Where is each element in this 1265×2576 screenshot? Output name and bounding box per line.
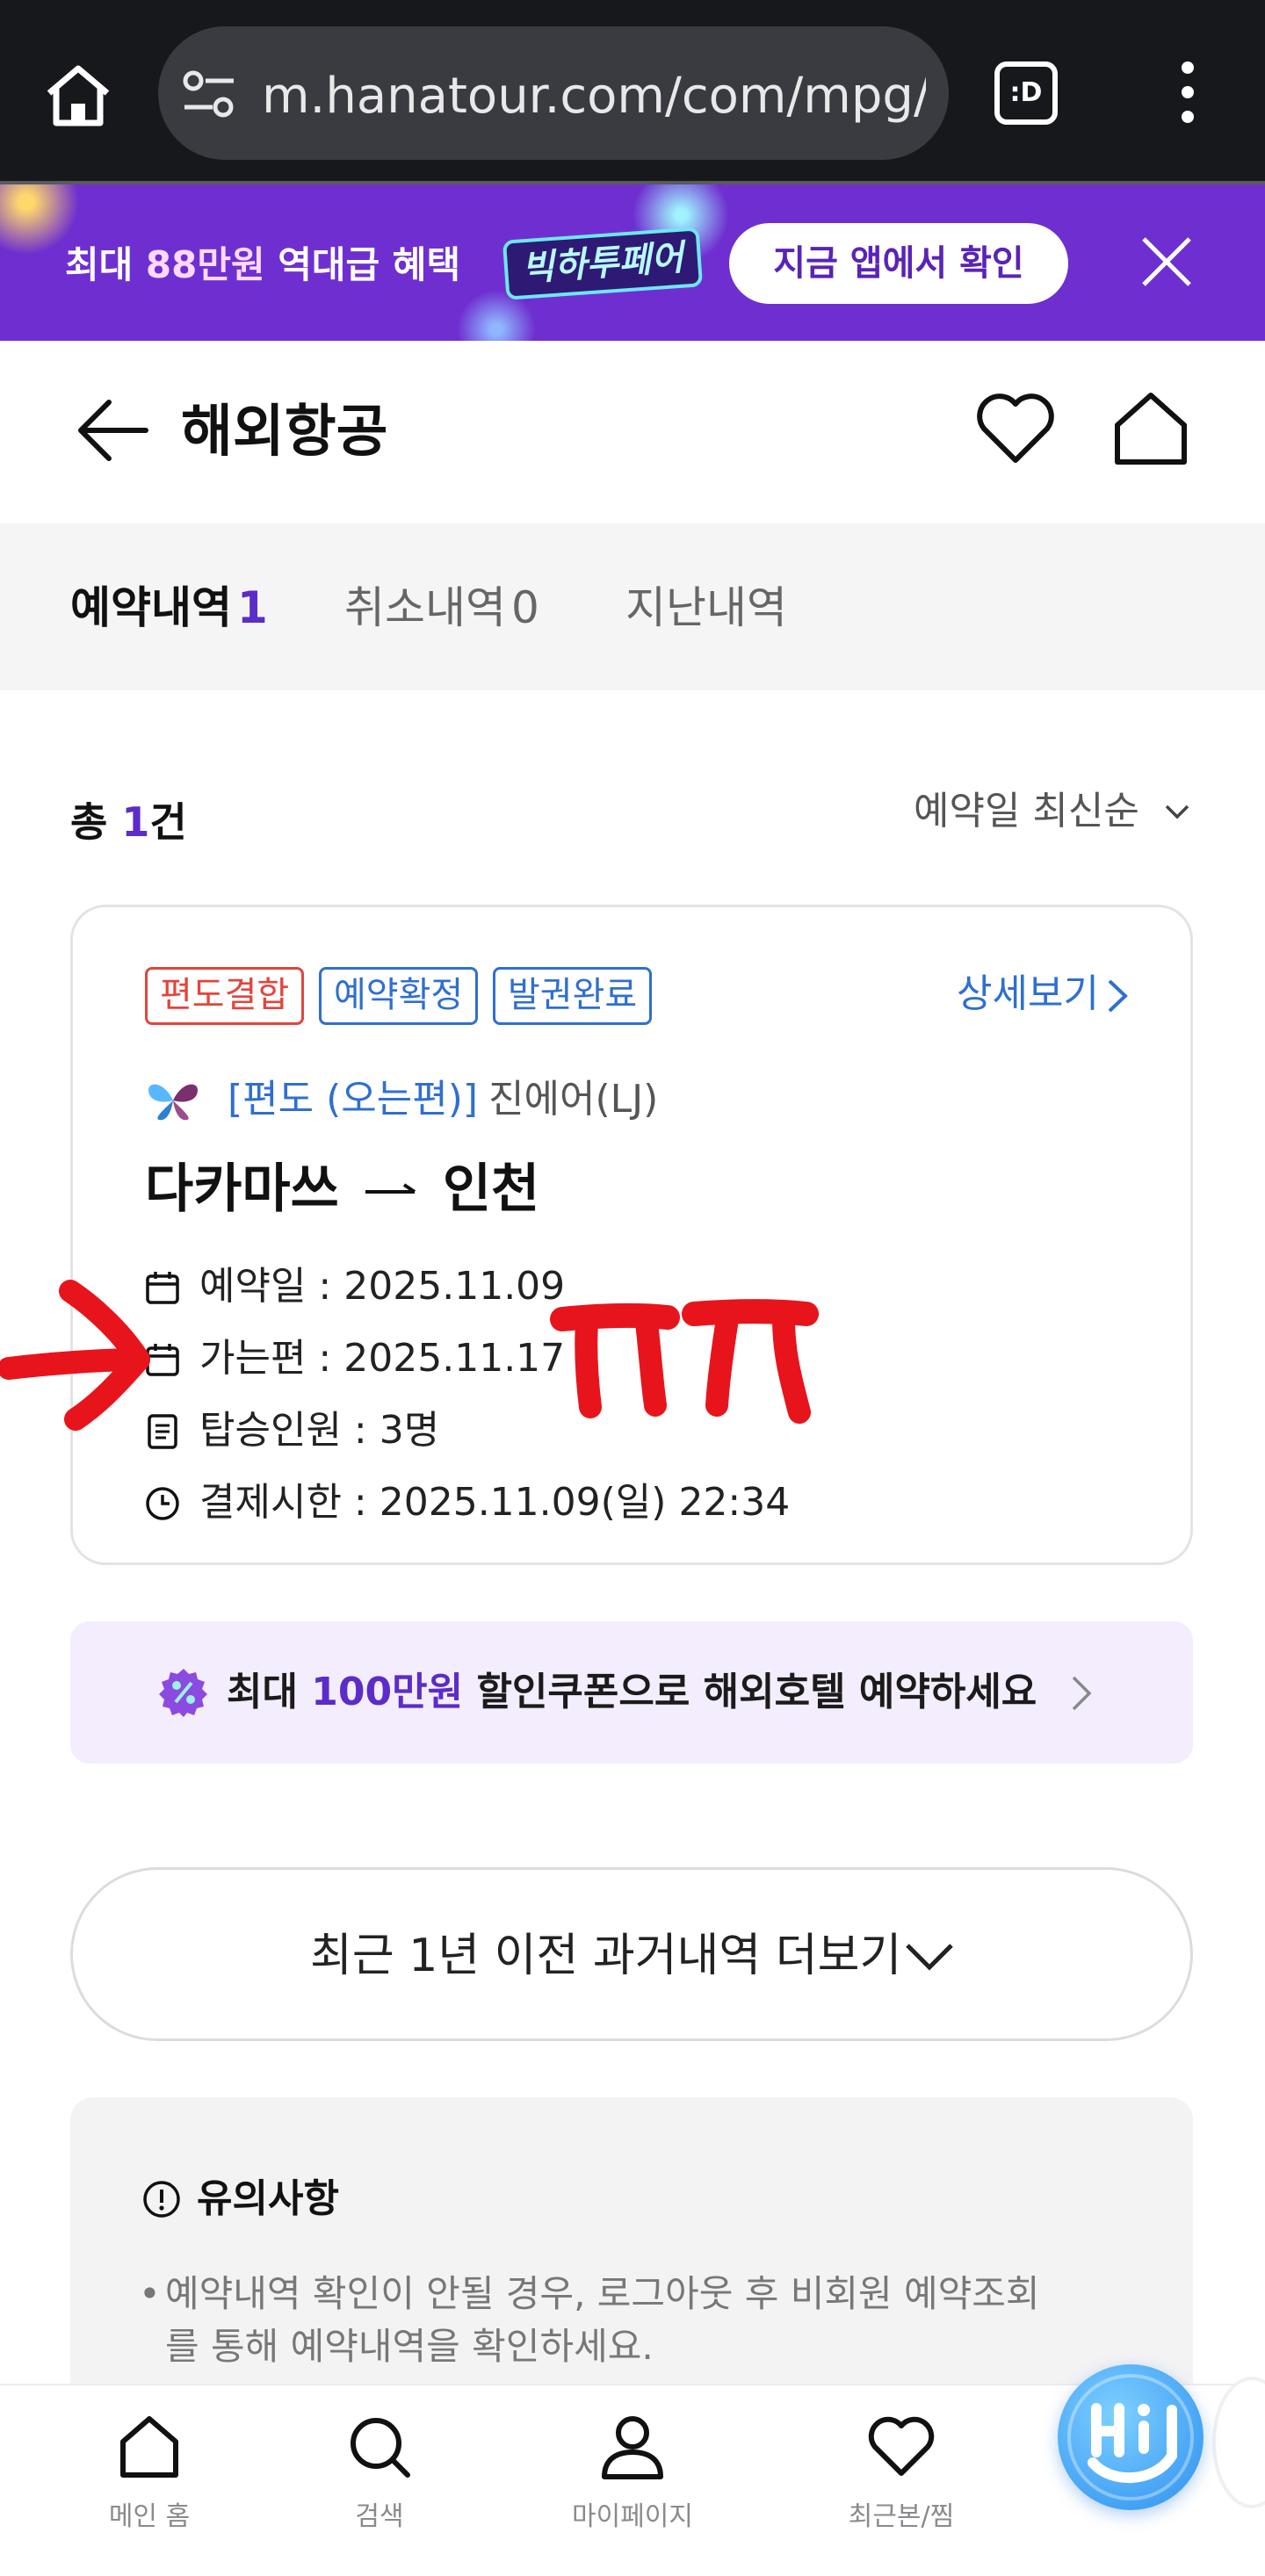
chatbot-hi-icon xyxy=(1067,2374,1194,2500)
chevron-right-icon[interactable] xyxy=(1070,1674,1093,1713)
status-badge: 발권완료 xyxy=(493,967,653,1025)
heart-icon xyxy=(868,2416,935,2476)
notice-text: 예약내역 확인이 안될 경우, 로그아웃 후 비회원 예약조회를 통해 예약내역… xyxy=(165,2272,1040,2368)
nav-search[interactable]: 검색 xyxy=(283,2412,476,2561)
browser-home-icon[interactable] xyxy=(42,60,114,132)
discount-badge-icon xyxy=(159,1669,207,1717)
promo-banner[interactable]: 최대 88만원 역대급 혜택 빅하투페어 지금 앱에서 확인 xyxy=(0,184,1265,341)
notice-title: 유의사항 xyxy=(197,2176,339,2221)
back-arrow-icon[interactable] xyxy=(74,395,149,465)
more-history-button[interactable]: 최근 1년 이전 과거내역 더보기 xyxy=(70,1867,1193,2041)
info-icon xyxy=(143,2181,180,2218)
status-badge: 예약확정 xyxy=(319,967,479,1025)
airline-info: [편도 (오는편)] 진에어(LJ) xyxy=(228,1077,659,1122)
browser-menu-icon[interactable] xyxy=(1170,61,1205,132)
destination-city: 인천 xyxy=(442,1158,540,1220)
more-history-label: 최근 1년 이전 과거내역 더보기 xyxy=(310,1930,902,1982)
nav-home[interactable]: 메인 홈 xyxy=(53,2412,246,2561)
handwritten-annotation xyxy=(0,1280,819,1431)
origin-city: 다카마쓰 xyxy=(145,1158,339,1220)
browser-tabs-button[interactable]: :D xyxy=(994,61,1058,125)
chevron-down-icon xyxy=(906,1944,953,1971)
flight-route: 다카마쓰 인천 xyxy=(145,1150,539,1229)
close-icon[interactable] xyxy=(1138,234,1195,290)
tab-reservations[interactable]: 예약내역 1 xyxy=(70,580,268,636)
payment-deadline: 결제시한 : 2025.11.09(일) 22:34 xyxy=(199,1480,791,1525)
route-arrow-icon xyxy=(365,1183,416,1194)
chatbot-button[interactable] xyxy=(1058,2364,1204,2510)
status-badge: 편도결합 xyxy=(145,967,305,1025)
reservation-card[interactable]: 편도결합 예약확정 발권완료 상세보기 [편도 (오는편)] 진에어(LJ) 다카… xyxy=(70,905,1193,1565)
site-settings-icon[interactable] xyxy=(181,69,237,119)
tab-past[interactable]: 지난내역 xyxy=(625,580,787,636)
promo-app-button[interactable]: 지금 앱에서 확인 xyxy=(729,223,1068,304)
search-icon xyxy=(351,2418,410,2478)
page-title: 해외항공 xyxy=(181,400,388,465)
home-icon xyxy=(120,2416,178,2478)
total-count: 총 1건 xyxy=(70,798,187,846)
reservation-tabs: 예약내역 1 취소내역 0 지난내역 xyxy=(0,523,1265,690)
chevron-right-icon[interactable] xyxy=(1106,978,1129,1014)
page-header: 해외항공 xyxy=(0,341,1265,523)
promo-badge-logo: 빅하투페어 xyxy=(502,227,704,300)
nav-mypage[interactable]: 마이페이지 xyxy=(536,2412,729,2561)
airline-logo-icon xyxy=(148,1084,198,1121)
browser-toolbar: m.hanatour.com/com/mpg/C :D xyxy=(0,0,1265,183)
bullet-icon: • xyxy=(139,2272,161,2315)
heart-icon[interactable] xyxy=(975,392,1056,465)
chevron-down-icon[interactable] xyxy=(1161,801,1193,822)
promo-text: 최대 88만원 역대급 혜택 xyxy=(65,243,461,286)
hotel-coupon-banner[interactable]: 최대 100만원 할인쿠폰으로 해외호텔 예약하세요 xyxy=(70,1621,1193,1764)
person-icon xyxy=(602,2416,663,2479)
nav-recent-wishlist[interactable]: 최근본/찜 xyxy=(805,2412,998,2561)
coupon-text: 최대 100만원 할인쿠폰으로 해외호텔 예약하세요 xyxy=(227,1670,1037,1714)
home-icon[interactable] xyxy=(1112,390,1189,467)
tab-cancellations[interactable]: 취소내역 0 xyxy=(344,580,539,636)
detail-link[interactable]: 상세보기 xyxy=(957,963,1099,1025)
sort-dropdown[interactable]: 예약일 최신순 xyxy=(914,783,1139,840)
clock-icon xyxy=(146,1487,179,1520)
browser-url-text[interactable]: m.hanatour.com/com/mpg/C xyxy=(262,61,926,132)
